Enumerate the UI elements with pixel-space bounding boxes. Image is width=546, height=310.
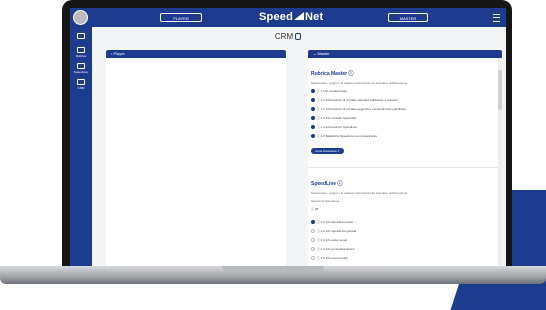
- option-label: 2.2 Info SpeedLive giocata: [320, 229, 357, 233]
- page-title-text: CRM: [274, 32, 294, 41]
- contacts-icon: [77, 47, 85, 53]
- player-panel: › Player: [106, 50, 286, 266]
- speedlive-select[interactable]: ⓘ 28: [311, 207, 502, 212]
- sidebar-item-label: Rubrica: [75, 54, 87, 58]
- rubrica-option[interactable]: ⓘ 1.1 Informazioni di contatto standard …: [311, 98, 502, 103]
- radio-icon: [311, 98, 315, 103]
- radio-icon: [311, 256, 315, 261]
- logo-text-left: Speed: [259, 11, 294, 23]
- option-label: 1.2 Informazioni di contatto aggiuntive …: [320, 107, 406, 111]
- radio-icon: [311, 238, 315, 243]
- option-label: 1.3 Info contatto SpeedNet: [320, 116, 357, 120]
- player-button[interactable]: PLAYER: [160, 13, 202, 22]
- app-screen: PLAYER Speed Net MASTER Rubrica SpeedLive…: [70, 8, 506, 266]
- master-panel: ⌄ Master Rubrica Master ⓘ Selezionare i …: [308, 50, 502, 266]
- crown-icon: [77, 63, 85, 69]
- section-divider: [308, 167, 502, 168]
- laptop-notch: [222, 266, 324, 272]
- master-panel-header[interactable]: ⌄ Master: [308, 50, 502, 58]
- rubrica-option[interactable]: ⓘ 1.4 Informazioni SpeedLive: [311, 125, 502, 130]
- rubrica-option[interactable]: ⓘ 1.3 Info contatto SpeedNet: [311, 116, 502, 121]
- download-button-label: Avvia Download: [315, 149, 337, 153]
- radio-icon: [311, 229, 315, 234]
- radio-icon: [311, 134, 315, 139]
- scrollbar[interactable]: [498, 58, 502, 266]
- option-label: 2.3 Info setup setup: [320, 238, 348, 242]
- top-navbar: PLAYER Speed Net MASTER: [70, 8, 506, 27]
- rubrica-title-text: Rubrica Master: [311, 71, 348, 77]
- speedlive-option[interactable]: ⓘ 2.2 Info SpeedLive giocata: [311, 229, 502, 234]
- scroll-thumb[interactable]: [498, 70, 502, 110]
- radio-icon: [311, 116, 315, 121]
- radio-icon: [311, 89, 315, 94]
- speedlive-option[interactable]: ⓘ 2.1 Info SpeedLive base: [311, 220, 502, 225]
- sidebar-item-crm[interactable]: CRM: [70, 79, 92, 90]
- logo-text-right: Net: [305, 11, 324, 23]
- speedlive-option[interactable]: ⓘ 2.5 Info evento finali: [311, 256, 502, 261]
- rubrica-description: Selezionare i gruppi o le relative infor…: [311, 81, 408, 85]
- option-label: 2.1 Info SpeedLive base: [320, 220, 354, 224]
- download-button[interactable]: Avvia Download ↧: [311, 148, 344, 154]
- radio-icon: [311, 107, 315, 112]
- sidebar: Rubrica SpeedLive CRM: [70, 27, 92, 266]
- radio-icon: [311, 247, 315, 252]
- rubrica-option[interactable]: ⓘ 1 Info contatto base: [311, 89, 502, 94]
- sidebar-item-label: SpeedLive: [73, 70, 89, 74]
- menu-icon[interactable]: [493, 14, 500, 22]
- speedlive-select-label: Seleziona SpeedLive: [311, 199, 340, 203]
- option-label: 1.5 Statistiche SpeedLive per partecipan…: [320, 134, 378, 138]
- avatar[interactable]: [73, 10, 88, 25]
- page-title: CRM: [70, 32, 506, 41]
- option-label: 1.4 Informazioni SpeedLive: [320, 125, 358, 129]
- speedlive-title-text: SpeedLive: [311, 181, 337, 187]
- option-label: 2.5 Info evento finali: [320, 256, 348, 260]
- speedlive-description: Selezionare i gruppi o le relative infor…: [311, 191, 408, 195]
- sidebar-item-speedlive[interactable]: SpeedLive: [70, 63, 92, 74]
- option-label: 1.1 Informazioni di contatto standard pu…: [320, 98, 398, 102]
- player-panel-title: Player: [113, 51, 125, 56]
- database-icon: [77, 79, 85, 85]
- option-label: 1 Info contatto base: [320, 89, 348, 93]
- speednet-logo: Speed Net: [259, 11, 323, 23]
- master-button[interactable]: MASTER: [388, 13, 428, 22]
- rubrica-option[interactable]: ⓘ 1.5 Statistiche SpeedLive per partecip…: [311, 134, 502, 139]
- speedlive-select-value: 28: [314, 207, 319, 211]
- radio-icon: [311, 220, 315, 225]
- logo-mark-icon: [294, 12, 305, 20]
- speedlive-option[interactable]: ⓘ 2.3 Info setup setup: [311, 238, 502, 243]
- option-label: 2.4 Info personalizzazioni: [320, 247, 355, 251]
- speedlive-option[interactable]: ⓘ 2.4 Info personalizzazioni: [311, 247, 502, 252]
- speedlive-section-title: SpeedLive ⓘ: [311, 181, 343, 187]
- rubrica-option[interactable]: ⓘ 1.2 Informazioni di contatto aggiuntiv…: [311, 107, 502, 112]
- master-panel-title: Master: [317, 51, 330, 56]
- sidebar-item-rubrica[interactable]: Rubrica: [70, 47, 92, 58]
- player-panel-header[interactable]: › Player: [106, 50, 286, 58]
- sidebar-item-label: CRM: [77, 86, 85, 90]
- download-icon: ↧: [337, 149, 340, 153]
- database-icon: [295, 33, 302, 40]
- radio-icon: [311, 125, 315, 130]
- rubrica-section-title: Rubrica Master ⓘ: [311, 71, 354, 77]
